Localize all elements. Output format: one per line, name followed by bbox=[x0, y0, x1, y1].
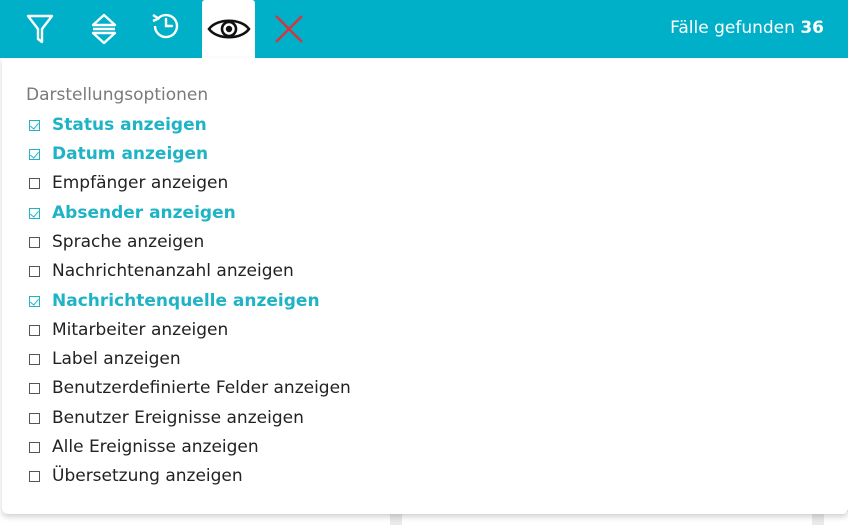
option-label: Absender anzeigen bbox=[52, 203, 236, 223]
checkbox[interactable] bbox=[29, 148, 40, 160]
option-translation[interactable]: Übersetzung anzeigen bbox=[26, 463, 243, 489]
checkbox[interactable] bbox=[29, 207, 40, 219]
checkbox[interactable] bbox=[29, 236, 40, 248]
checkbox[interactable] bbox=[29, 265, 40, 277]
toolbar: Fälle gefunden 36 bbox=[0, 0, 848, 58]
option-employee[interactable]: Mitarbeiter anzeigen bbox=[26, 317, 228, 343]
checkbox[interactable] bbox=[29, 119, 40, 131]
close-button[interactable] bbox=[263, 0, 315, 58]
sort-icon bbox=[91, 13, 117, 45]
checkbox[interactable] bbox=[29, 412, 40, 424]
checkbox[interactable] bbox=[29, 324, 40, 336]
checkbox[interactable] bbox=[29, 353, 40, 365]
option-custom-fields[interactable]: Benutzerdefinierte Felder anzeigen bbox=[26, 375, 351, 401]
option-message-source[interactable]: Nachrichtenquelle anzeigen bbox=[26, 288, 320, 314]
option-label: Empfänger anzeigen bbox=[52, 173, 229, 193]
option-label: Label anzeigen bbox=[52, 349, 181, 369]
display-options-button[interactable] bbox=[202, 0, 255, 58]
results-count: Fälle gefunden 36 bbox=[670, 18, 824, 38]
sort-button[interactable] bbox=[78, 0, 130, 58]
option-label: Nachrichtenquelle anzeigen bbox=[52, 291, 320, 311]
checkbox[interactable] bbox=[29, 177, 40, 189]
checkbox[interactable] bbox=[29, 382, 40, 394]
option-user-events[interactable]: Benutzer Ereignisse anzeigen bbox=[26, 405, 304, 431]
checkbox[interactable] bbox=[29, 441, 40, 453]
panel-title: Darstellungsoptionen bbox=[26, 85, 209, 105]
eye-icon bbox=[206, 19, 251, 39]
option-all-events[interactable]: Alle Ereignisse anzeigen bbox=[26, 434, 259, 460]
option-recipient[interactable]: Empfänger anzeigen bbox=[26, 170, 228, 196]
option-status[interactable]: Status anzeigen bbox=[26, 112, 207, 138]
results-count-value: 36 bbox=[800, 18, 824, 38]
checkbox[interactable] bbox=[29, 295, 40, 307]
option-sender[interactable]: Absender anzeigen bbox=[26, 200, 236, 226]
filter-button[interactable] bbox=[14, 0, 66, 58]
option-message-count[interactable]: Nachrichtenanzahl anzeigen bbox=[26, 258, 294, 284]
option-label: Datum anzeigen bbox=[52, 144, 209, 164]
option-label: Alle Ereignisse anzeigen bbox=[52, 437, 259, 457]
option-label: Mitarbeiter anzeigen bbox=[52, 320, 229, 340]
option-label: Übersetzung anzeigen bbox=[52, 466, 243, 486]
option-label: Benutzerdefinierte Felder anzeigen bbox=[52, 378, 351, 398]
close-icon bbox=[275, 15, 303, 43]
history-button[interactable] bbox=[140, 0, 192, 55]
option-label: Nachrichtenanzahl anzeigen bbox=[52, 261, 294, 281]
filter-icon bbox=[26, 14, 54, 44]
option-label: Sprache anzeigen bbox=[52, 232, 205, 252]
results-count-label: Fälle gefunden bbox=[670, 18, 795, 38]
option-label: Benutzer Ereignisse anzeigen bbox=[52, 408, 304, 428]
display-options-panel: Darstellungsoptionen Status anzeigen Dat… bbox=[2, 58, 848, 514]
option-date[interactable]: Datum anzeigen bbox=[26, 141, 208, 167]
option-label-field[interactable]: Label anzeigen bbox=[26, 346, 181, 372]
option-language[interactable]: Sprache anzeigen bbox=[26, 229, 204, 255]
option-label: Status anzeigen bbox=[52, 115, 207, 135]
history-icon bbox=[152, 13, 179, 39]
checkbox[interactable] bbox=[29, 470, 40, 482]
